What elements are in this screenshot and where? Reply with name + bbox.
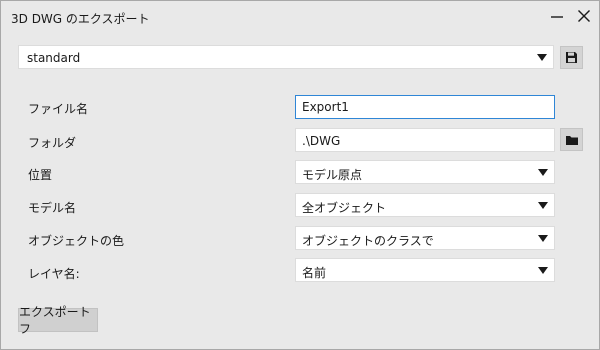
folder-icon bbox=[565, 135, 578, 145]
save-preset-button[interactable] bbox=[560, 46, 583, 69]
preset-select[interactable]: standard bbox=[18, 45, 554, 69]
position-value: モデル原点 bbox=[302, 168, 363, 182]
save-icon bbox=[566, 52, 577, 63]
chevron-down-icon bbox=[538, 169, 548, 176]
chevron-down-icon bbox=[538, 235, 548, 242]
object-color-label: オブジェクトの色 bbox=[28, 234, 125, 248]
window-title: 3D DWG のエクスポート bbox=[11, 12, 150, 26]
chevron-down-icon bbox=[538, 267, 548, 274]
close-button[interactable] bbox=[573, 5, 595, 27]
model-name-value: 全オブジェクト bbox=[302, 201, 387, 215]
layer-name-value: 名前 bbox=[302, 266, 327, 280]
position-label: 位置 bbox=[28, 168, 53, 182]
preset-value: standard bbox=[27, 51, 81, 65]
layer-name-label: レイヤ名: bbox=[28, 267, 80, 281]
browse-folder-button[interactable] bbox=[560, 128, 583, 151]
folder-value: .\DWG bbox=[302, 134, 341, 148]
export-dialog: 3D DWG のエクスポート standard ファイル名 フォルダ .\DWG bbox=[0, 0, 600, 350]
chevron-down-icon bbox=[537, 54, 547, 61]
folder-label: フォルダ bbox=[28, 136, 77, 150]
object-color-select[interactable]: オブジェクトのクラスで bbox=[295, 226, 555, 250]
file-name-field[interactable] bbox=[295, 95, 555, 119]
object-color-value: オブジェクトのクラスで bbox=[302, 234, 434, 248]
model-name-label: モデル名 bbox=[28, 201, 77, 215]
minimize-icon bbox=[551, 16, 563, 18]
model-name-select[interactable]: 全オブジェクト bbox=[295, 193, 555, 217]
file-name-input[interactable] bbox=[296, 96, 554, 118]
minimize-button[interactable] bbox=[546, 5, 568, 27]
position-select[interactable]: モデル原点 bbox=[295, 160, 555, 184]
close-icon bbox=[578, 10, 590, 22]
file-name-label: ファイル名 bbox=[28, 102, 89, 116]
chevron-down-icon bbox=[538, 202, 548, 209]
layer-name-select[interactable]: 名前 bbox=[295, 258, 555, 282]
export-button[interactable]: エクスポートフ bbox=[18, 305, 98, 336]
export-button-label: エクスポートフ bbox=[19, 305, 91, 336]
folder-field[interactable]: .\DWG bbox=[295, 128, 555, 152]
title-bar: 3D DWG のエクスポート bbox=[1, 1, 599, 33]
